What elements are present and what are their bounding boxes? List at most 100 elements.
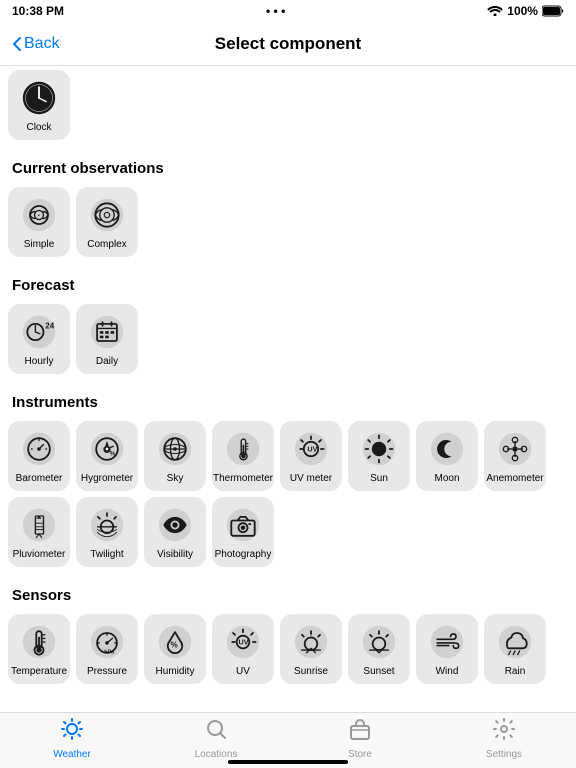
pressure-sensor-icon: hPa (87, 622, 127, 662)
clock-section: Clock (0, 66, 576, 148)
uv-sensor-item[interactable]: UV UV (212, 614, 274, 684)
svg-text:%: % (171, 640, 178, 649)
wind-sensor-icon (427, 622, 467, 662)
humidity-sensor-icon: % (155, 622, 195, 662)
hourly-item[interactable]: 24 Hourly (8, 304, 70, 374)
barometer-item[interactable]: Barometer (8, 421, 70, 491)
barometer-icon (19, 429, 59, 469)
twilight-icon (87, 505, 127, 545)
locations-tab-icon (204, 717, 228, 747)
complex-item[interactable]: Complex (76, 187, 138, 257)
svg-text:%: % (110, 450, 116, 457)
svg-text:24: 24 (45, 321, 54, 330)
pluviometer-icon (19, 505, 59, 545)
sunset-sensor-icon (359, 622, 399, 662)
clock-item[interactable]: Clock (8, 70, 70, 140)
sunset-sensor-label: Sunset (363, 666, 394, 678)
barometer-label: Barometer (16, 473, 63, 485)
tab-settings-label: Settings (486, 749, 522, 760)
store-tab-icon (348, 717, 372, 747)
sun-item[interactable]: Sun (348, 421, 410, 491)
clock-icon (19, 78, 59, 118)
tab-locations[interactable]: Locations (176, 717, 256, 760)
thermometer-icon (223, 429, 263, 469)
status-battery: 100% (487, 4, 564, 18)
temperature-sensor-item[interactable]: Temperature (8, 614, 70, 684)
status-dots: • • • (266, 4, 285, 18)
pluviometer-item[interactable]: Pluviometer (8, 497, 70, 567)
uv-meter-item[interactable]: UV UV meter (280, 421, 342, 491)
nav-bar: Back Select component (0, 22, 576, 66)
hourly-label: Hourly (25, 356, 54, 368)
instruments-header: Instruments (0, 382, 576, 417)
wind-sensor-item[interactable]: Wind (416, 614, 478, 684)
sunrise-sensor-item[interactable]: Sunrise (280, 614, 342, 684)
uv-sensor-icon: UV (223, 622, 263, 662)
sky-item[interactable]: Sky (144, 421, 206, 491)
home-indicator (228, 760, 348, 764)
svg-text:hPa: hPa (104, 650, 115, 656)
rain-sensor-icon (495, 622, 535, 662)
svg-text:·: · (38, 211, 41, 221)
svg-text:UV: UV (239, 638, 249, 647)
anemometer-item[interactable]: Anemometer (484, 421, 546, 491)
sky-label: Sky (167, 473, 184, 485)
anemometer-icon (495, 429, 535, 469)
wifi-icon (487, 6, 503, 16)
hygrometer-item[interactable]: % Hygrometer (76, 421, 138, 491)
visibility-item[interactable]: Visibility (144, 497, 206, 567)
photography-icon (223, 505, 263, 545)
tab-weather[interactable]: Weather (32, 717, 112, 760)
current-observations-grid: · Simple Complex (0, 183, 576, 265)
sensors-grid: Temperature hPa Pressure (0, 610, 576, 692)
wind-sensor-label: Wind (436, 666, 459, 678)
daily-icon (87, 312, 127, 352)
thermometer-label: Thermometer (213, 473, 273, 485)
instruments-grid: Barometer % Hygrometer (0, 417, 576, 575)
anemometer-label: Anemometer (486, 473, 543, 485)
sun-label: Sun (370, 473, 388, 485)
temperature-sensor-icon (19, 622, 59, 662)
tab-store-label: Store (348, 749, 372, 760)
twilight-item[interactable]: Twilight (76, 497, 138, 567)
humidity-sensor-label: Humidity (156, 666, 195, 678)
tab-weather-label: Weather (53, 749, 91, 760)
forecast-grid: 24 Hourly Daily (0, 300, 576, 382)
simple-label: Simple (24, 239, 55, 251)
complex-label: Complex (87, 239, 126, 251)
sunset-sensor-item[interactable]: Sunset (348, 614, 410, 684)
back-button[interactable]: Back (12, 35, 60, 53)
visibility-label: Visibility (157, 549, 193, 561)
main-content: Clock Current observations · Simple (0, 66, 576, 762)
back-chevron-icon (12, 36, 22, 52)
settings-tab-icon (492, 717, 516, 747)
daily-label: Daily (96, 356, 118, 368)
moon-label: Moon (434, 473, 459, 485)
weather-tab-icon (60, 717, 84, 747)
pressure-sensor-item[interactable]: hPa Pressure (76, 614, 138, 684)
simple-item[interactable]: · Simple (8, 187, 70, 257)
pluviometer-label: Pluviometer (13, 549, 66, 561)
current-observations-header: Current observations (0, 148, 576, 183)
photography-item[interactable]: Photography (212, 497, 274, 567)
tab-settings[interactable]: Settings (464, 717, 544, 760)
daily-item[interactable]: Daily (76, 304, 138, 374)
uv-meter-icon: UV (291, 429, 331, 469)
simple-icon: · (19, 195, 59, 235)
pressure-sensor-label: Pressure (87, 666, 127, 678)
forecast-header: Forecast (0, 265, 576, 300)
sun-icon (359, 429, 399, 469)
temperature-sensor-label: Temperature (11, 666, 67, 678)
rain-sensor-item[interactable]: Rain (484, 614, 546, 684)
moon-item[interactable]: Moon (416, 421, 478, 491)
hourly-icon: 24 (19, 312, 59, 352)
thermometer-item[interactable]: Thermometer (212, 421, 274, 491)
battery-icon (542, 5, 564, 17)
sunrise-sensor-icon (291, 622, 331, 662)
humidity-sensor-item[interactable]: % Humidity (144, 614, 206, 684)
visibility-icon (155, 505, 195, 545)
tab-store[interactable]: Store (320, 717, 400, 760)
battery-percentage: 100% (507, 4, 538, 18)
sensors-header: Sensors (0, 575, 576, 610)
hygrometer-icon: % (87, 429, 127, 469)
